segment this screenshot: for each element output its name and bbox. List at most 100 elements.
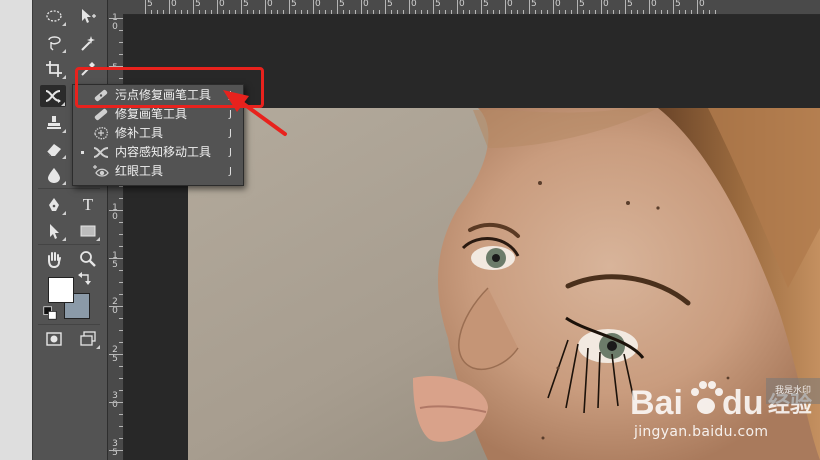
stamp-icon xyxy=(47,116,61,129)
ruler-label: 3 0 xyxy=(112,391,118,410)
ruler-label: 0 xyxy=(555,0,561,9)
ruler-label: 1 0 xyxy=(112,14,118,32)
ruler-minor-tick xyxy=(163,10,164,14)
flyout-item-shortcut: J xyxy=(229,166,232,177)
ruler-minor-tick xyxy=(119,318,123,319)
healing-brush-icon xyxy=(94,108,108,121)
flyout-item-label: 红眼工具 xyxy=(115,164,164,178)
ruler-minor-tick xyxy=(109,18,123,19)
foreground-color-swatch[interactable] xyxy=(48,277,74,303)
ruler-label: 5 xyxy=(195,0,201,9)
pen-tool[interactable] xyxy=(41,194,67,216)
pen-icon xyxy=(49,198,59,211)
ruler-minor-tick xyxy=(283,10,284,14)
ruler-minor-tick xyxy=(277,10,278,14)
eraser-tool[interactable] xyxy=(41,138,67,160)
ruler-tick xyxy=(169,0,170,14)
clone-stamp-tool[interactable] xyxy=(41,112,67,134)
hand-tool[interactable] xyxy=(41,248,67,270)
ruler-minor-tick xyxy=(235,10,236,14)
ruler-label: 5 xyxy=(147,0,153,9)
ruler-minor-tick xyxy=(119,426,123,427)
ruler-minor-tick xyxy=(119,390,123,391)
zoom-icon xyxy=(80,251,96,267)
toolbar-divider xyxy=(38,324,100,325)
crop-tool[interactable] xyxy=(41,58,67,80)
ruler-minor-tick xyxy=(403,10,404,14)
ruler-label: 5 xyxy=(339,0,345,9)
move-tool[interactable] xyxy=(75,5,101,27)
rectangle-tool[interactable] xyxy=(75,220,101,242)
lasso-tool[interactable] xyxy=(41,32,67,54)
ruler-minor-tick xyxy=(655,10,656,14)
ruler-label: 5 xyxy=(291,0,297,9)
ruler-label: 5 xyxy=(483,0,489,9)
move-icon xyxy=(82,9,96,23)
ruler-minor-tick xyxy=(517,10,518,14)
blur-tool[interactable] xyxy=(41,164,67,186)
toolbar-divider xyxy=(38,188,100,189)
svg-text:Bai: Bai xyxy=(630,384,683,422)
path-selection-tool[interactable] xyxy=(41,220,67,242)
rectangle-icon xyxy=(80,225,96,237)
path-selection-icon xyxy=(50,224,59,239)
ruler-minor-tick xyxy=(109,210,123,211)
ruler-minor-tick xyxy=(151,10,152,14)
default-colors-button[interactable] xyxy=(43,306,57,320)
ruler-minor-tick xyxy=(715,10,716,14)
ruler-minor-tick xyxy=(511,10,512,14)
swap-colors-button[interactable] xyxy=(75,272,93,288)
ruler-tick xyxy=(385,0,386,14)
ruler-tick xyxy=(457,0,458,14)
ruler-minor-tick xyxy=(691,10,692,14)
content-aware-move-tool[interactable] xyxy=(40,85,66,107)
type-tool[interactable]: T xyxy=(75,194,101,216)
ruler-minor-tick xyxy=(325,10,326,14)
ruler-minor-tick xyxy=(307,10,308,14)
ruler-tick xyxy=(601,0,602,14)
magic-wand-tool[interactable] xyxy=(75,32,101,54)
ruler-tick xyxy=(529,0,530,14)
hand-icon xyxy=(48,252,61,268)
annotation-arrow-icon xyxy=(223,90,287,136)
ruler-minor-tick xyxy=(187,10,188,14)
ruler-minor-tick xyxy=(331,10,332,14)
ruler-minor-tick xyxy=(295,10,296,14)
lasso-icon xyxy=(48,36,61,51)
screen-mode-button[interactable] xyxy=(75,328,101,350)
ruler-minor-tick xyxy=(205,10,206,14)
ruler-minor-tick xyxy=(343,10,344,14)
ruler-minor-tick xyxy=(109,306,123,307)
quick-mask-button[interactable] xyxy=(41,328,67,350)
water-drop-icon xyxy=(48,168,60,183)
ruler-minor-tick xyxy=(391,10,392,14)
ruler-label: 1 0 xyxy=(112,203,118,222)
flyout-item-red-eye[interactable]: 红眼工具 J xyxy=(73,162,243,181)
ruler-tick xyxy=(553,0,554,14)
patch-icon xyxy=(94,127,108,140)
ruler-minor-tick xyxy=(571,10,572,14)
ruler-minor-tick xyxy=(487,10,488,14)
ruler-minor-tick xyxy=(589,10,590,14)
ruler-label: 0 xyxy=(603,0,609,9)
ruler-minor-tick xyxy=(119,366,123,367)
ruler-minor-tick xyxy=(157,10,158,14)
ruler-minor-tick xyxy=(463,10,464,14)
selected-indicator xyxy=(81,151,84,154)
flyout-item-label: 修补工具 xyxy=(115,126,164,140)
ruler-label: 5 xyxy=(435,0,441,9)
ruler-minor-tick xyxy=(637,10,638,14)
ruler-minor-tick xyxy=(559,10,560,14)
ruler-minor-tick xyxy=(181,10,182,14)
elliptical-marquee-tool[interactable] xyxy=(41,5,67,27)
red-eye-icon xyxy=(93,165,109,177)
ruler-minor-tick xyxy=(679,10,680,14)
flyout-item-label: 内容感知移动工具 xyxy=(115,145,212,159)
ruler-tick xyxy=(409,0,410,14)
ruler-label: 0 xyxy=(507,0,513,9)
ruler-minor-tick xyxy=(667,10,668,14)
zoom-tool[interactable] xyxy=(75,248,101,270)
ruler-label: 0 xyxy=(219,0,225,9)
ruler-label: 5 xyxy=(531,0,537,9)
content-aware-move-icon xyxy=(93,147,109,158)
